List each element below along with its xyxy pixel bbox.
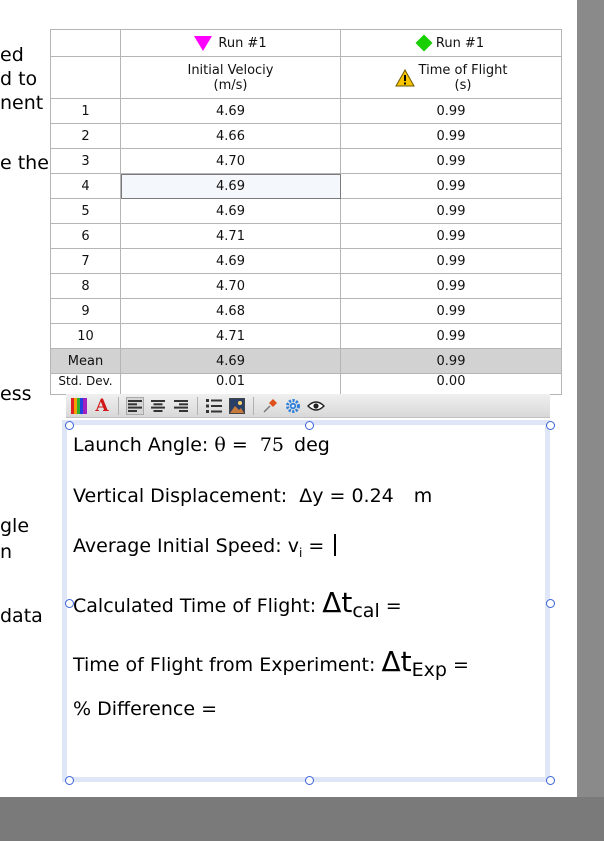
time-cell[interactable]: 0.99 — [340, 223, 562, 249]
resize-handle-bottom-center[interactable] — [305, 776, 314, 785]
percent-difference-line: % Difference = — [73, 698, 218, 720]
resize-handle-top-center[interactable] — [305, 421, 314, 430]
resize-handle-top-left[interactable] — [65, 421, 74, 430]
velocity-cell[interactable]: 4.71 — [120, 223, 341, 249]
row-number: 5 — [50, 198, 121, 224]
time-cell[interactable]: 0.99 — [340, 123, 562, 149]
table-row[interactable]: 9 4.68 0.99 — [50, 298, 562, 324]
velocity-cell[interactable]: 4.70 — [120, 148, 341, 174]
std-label: Std. Dev. — [50, 373, 121, 395]
velocity-cell[interactable]: 4.69 — [120, 248, 341, 274]
background-text: e the — [0, 152, 49, 174]
background-text: nent — [0, 92, 44, 114]
resize-handle-top-right[interactable] — [546, 421, 555, 430]
column-header-time[interactable]: Time of Flight (s) — [340, 56, 562, 99]
toolbar-divider — [118, 396, 119, 415]
table-row[interactable]: 3 4.70 0.99 — [50, 148, 562, 174]
align-right-icon[interactable] — [172, 397, 190, 415]
table-row[interactable]: 7 4.69 0.99 — [50, 248, 562, 274]
background-text: data — [0, 605, 43, 627]
experiment-time-line: Time of Flight from Experiment: ΔtExp = — [73, 645, 469, 681]
row-number: 6 — [50, 223, 121, 249]
insert-image-icon[interactable] — [228, 397, 246, 415]
velocity-cell[interactable]: 4.69 — [120, 173, 341, 199]
series-header-time[interactable]: Run #1 — [340, 29, 562, 57]
time-cell[interactable]: 0.99 — [340, 173, 562, 199]
toolbar-divider — [253, 396, 254, 415]
mean-label: Mean — [50, 348, 121, 374]
column-unit: (m/s) — [213, 77, 248, 93]
run-label: Run #1 — [218, 35, 267, 51]
eye-icon[interactable] — [307, 397, 325, 415]
align-center-icon[interactable] — [149, 397, 167, 415]
time-cell[interactable]: 0.99 — [340, 248, 562, 274]
time-cell[interactable]: 0.99 — [340, 98, 562, 124]
row-number: 8 — [50, 273, 121, 299]
resize-handle-bottom-right[interactable] — [546, 776, 555, 785]
velocity-cell[interactable]: 4.70 — [120, 273, 341, 299]
launch-angle-line: Launch Angle: θ = 75 deg — [73, 434, 330, 456]
table-row[interactable]: 2 4.66 0.99 — [50, 123, 562, 149]
background-text: ess — [0, 383, 32, 405]
text-format-toolbar: A — [66, 394, 550, 418]
velocity-cell[interactable]: 4.69 — [120, 98, 341, 124]
series-header-velocity[interactable]: Run #1 — [120, 29, 341, 57]
pin-icon[interactable] — [261, 397, 279, 415]
time-cell[interactable]: 0.99 — [340, 148, 562, 174]
row-number: 10 — [50, 323, 121, 349]
background-text: d to — [0, 68, 38, 90]
font-icon[interactable]: A — [93, 396, 111, 416]
resize-handle-bottom-left[interactable] — [65, 776, 74, 785]
background-text: n — [0, 541, 13, 563]
row-number: 9 — [50, 298, 121, 324]
background-text: gle — [0, 515, 30, 537]
velocity-cell[interactable]: 4.66 — [120, 123, 341, 149]
table-row[interactable]: 8 4.70 0.99 — [50, 273, 562, 299]
column-name: Initial Velociy — [187, 62, 274, 78]
row-number-header — [50, 56, 121, 99]
column-name: Time of Flight — [418, 62, 508, 78]
row-number: 7 — [50, 248, 121, 274]
time-cell[interactable]: 0.99 — [340, 298, 562, 324]
row-number: 2 — [50, 123, 121, 149]
page-margin-gap — [577, 0, 604, 797]
column-header-velocity[interactable]: Initial Velociy (m/s) — [120, 56, 341, 99]
text-cursor — [334, 534, 337, 556]
table-row[interactable]: 10 4.71 0.99 — [50, 323, 562, 349]
average-initial-speed-line[interactable]: Average Initial Speed: vi = — [73, 534, 337, 560]
warning-icon — [394, 68, 415, 86]
time-cell[interactable]: 0.99 — [340, 198, 562, 224]
align-left-icon[interactable] — [126, 396, 144, 415]
row-number: 3 — [50, 148, 121, 174]
table-row[interactable]: 1 4.69 0.99 — [50, 98, 562, 124]
std-time: 0.00 — [340, 373, 562, 395]
green-diamond-icon — [415, 34, 433, 52]
velocity-cell[interactable]: 4.71 — [120, 323, 341, 349]
time-cell[interactable]: 0.99 — [340, 323, 562, 349]
toolbar-divider — [197, 396, 198, 415]
time-cell[interactable]: 0.99 — [340, 273, 562, 299]
mean-velocity: 4.69 — [120, 348, 341, 374]
mean-time: 0.99 — [340, 348, 562, 374]
table-row[interactable]: 5 4.69 0.99 — [50, 198, 562, 224]
run-label: Run #1 — [435, 35, 485, 51]
row-number: 1 — [50, 98, 121, 124]
gear-icon[interactable] — [284, 397, 302, 415]
resize-handle-middle-right[interactable] — [546, 599, 555, 608]
corner-cell — [50, 29, 121, 57]
calculated-time-line: Calculated Time of Flight: Δtcal = — [73, 586, 402, 622]
table-row[interactable]: 4 4.69 0.99 — [50, 173, 562, 199]
magenta-triangle-icon — [194, 35, 213, 51]
table-row[interactable]: 6 4.71 0.99 — [50, 223, 562, 249]
velocity-cell[interactable]: 4.69 — [120, 198, 341, 224]
color-palette-icon[interactable] — [70, 397, 88, 415]
std-velocity: 0.01 — [120, 373, 341, 395]
bullet-list-icon[interactable] — [205, 397, 223, 415]
row-number: 4 — [50, 173, 121, 199]
column-unit: (s) — [454, 77, 472, 93]
vertical-displacement-line: Vertical Displacement: Δy = 0.24 m — [73, 485, 433, 507]
background-text: ed — [0, 44, 24, 66]
data-table: Run #1 Run #1 Initial Velociy (m/s) Time… — [50, 29, 562, 395]
velocity-cell[interactable]: 4.68 — [120, 298, 341, 324]
